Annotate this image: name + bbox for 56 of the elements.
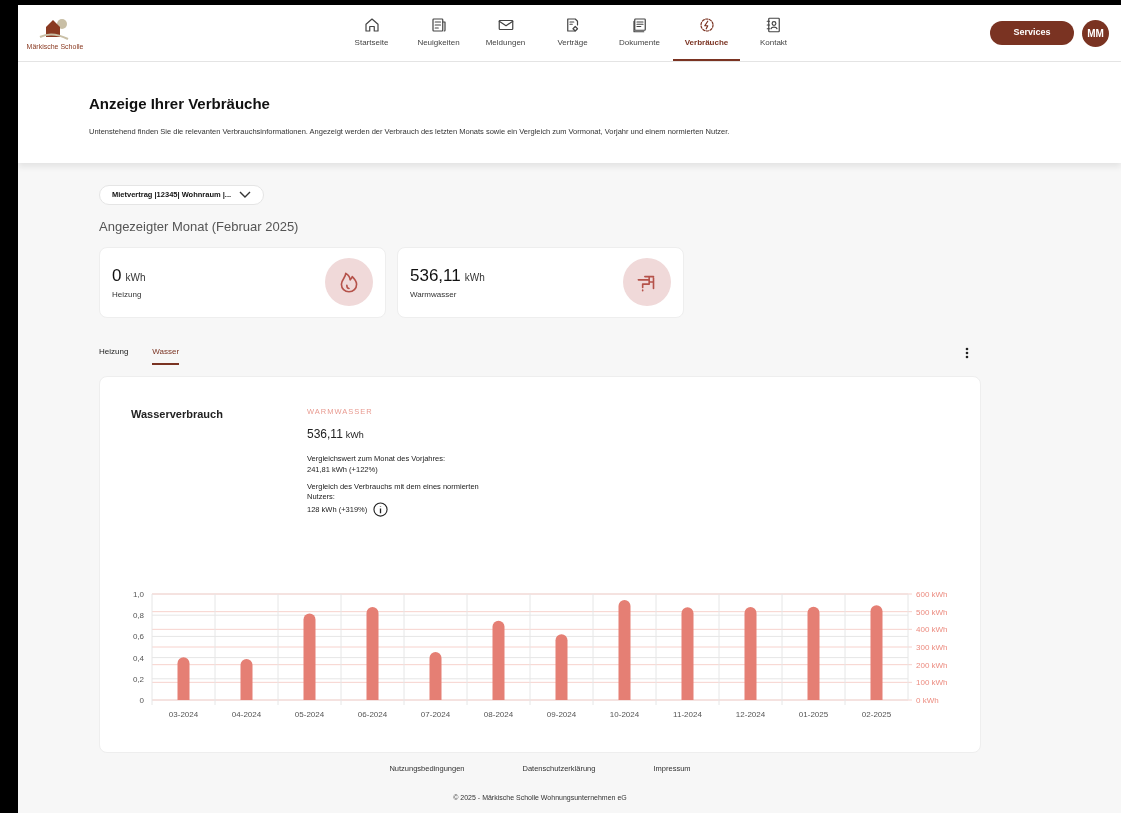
newspaper-icon bbox=[429, 15, 448, 34]
month-heading: Angezeigter Monat (Februar 2025) bbox=[99, 218, 300, 236]
axis-tick-label: 10-2024 bbox=[609, 710, 640, 720]
axis-tick-label: 05-2024 bbox=[294, 710, 325, 720]
address-book-icon bbox=[764, 15, 783, 34]
axis-tick-label: 400 kWh bbox=[916, 625, 948, 635]
summary-label: Heizung bbox=[112, 288, 143, 301]
consumption-value: 536,11 bbox=[307, 425, 343, 443]
axis-tick-label: 500 kWh bbox=[916, 607, 948, 617]
axis-tick-label: 07-2024 bbox=[420, 710, 451, 720]
page-title: Anzeige Ihrer Verbräuche bbox=[89, 94, 271, 114]
summary-value: 0 bbox=[112, 265, 122, 288]
tab[interactable]: Wasser bbox=[152, 345, 180, 365]
summary-label: Warmwasser bbox=[410, 288, 458, 301]
axis-tick-label: 09-2024 bbox=[546, 710, 577, 720]
info-icon[interactable] bbox=[373, 502, 389, 518]
nav-tab[interactable]: Verträge bbox=[539, 5, 606, 61]
axis-tick-label: 0 kWh bbox=[916, 696, 939, 706]
axis-tick-label: 02-2025 bbox=[861, 710, 892, 720]
axis-tick-label: 06-2024 bbox=[357, 710, 388, 720]
axis-tick-label: 08-2024 bbox=[483, 710, 514, 720]
axis-tick-label: 03-2024 bbox=[168, 710, 199, 720]
axis-tick-label: 04-2024 bbox=[231, 710, 262, 720]
axis-tick-label: 100 kWh bbox=[916, 678, 948, 688]
nav-tab[interactable]: Startseite bbox=[338, 5, 405, 61]
user-avatar[interactable]: MM bbox=[1082, 19, 1109, 47]
axis-tick-label: 200 kWh bbox=[916, 660, 948, 670]
axis-tick-label: 0 bbox=[139, 696, 144, 706]
nav-tab[interactable]: Meldungen bbox=[472, 5, 539, 61]
summary-unit: kWh bbox=[464, 271, 485, 286]
nav-tab[interactable]: Neuigkeiten bbox=[405, 5, 472, 61]
axis-tick-label: 300 kWh bbox=[916, 643, 948, 653]
axis-tick-label: 01-2025 bbox=[798, 710, 829, 720]
nav-tab[interactable]: Dokumente bbox=[606, 5, 673, 61]
axis-tick-label: 0,4 bbox=[132, 653, 144, 663]
lightning-icon bbox=[697, 15, 716, 34]
axis-tick-label: 0,6 bbox=[132, 632, 144, 642]
chevron-down-icon bbox=[239, 191, 252, 199]
nav-tab[interactable]: Kontakt bbox=[740, 5, 807, 61]
bar bbox=[555, 634, 568, 701]
axis-tick-label: 1,0 bbox=[132, 590, 144, 600]
document-icon bbox=[630, 15, 649, 34]
summary-unit: kWh bbox=[125, 271, 146, 286]
services-button[interactable]: Services bbox=[990, 21, 1074, 45]
axis-tick-label: 0,2 bbox=[132, 675, 144, 685]
axis-tick-label: 0,8 bbox=[132, 611, 144, 621]
bar bbox=[429, 652, 442, 701]
axis-tick-label: 11-2024 bbox=[673, 710, 702, 720]
panel-title: Wasserverbrauch bbox=[130, 406, 224, 422]
axis-tick-label: 600 kWh bbox=[916, 590, 948, 600]
summary-value: 536,11 bbox=[410, 265, 461, 288]
tab[interactable]: Heizung bbox=[99, 345, 129, 365]
axis-tick-label: 12-2024 bbox=[735, 710, 766, 720]
bar bbox=[240, 659, 253, 701]
bar bbox=[177, 657, 190, 701]
consumption-unit: kWh bbox=[345, 428, 364, 442]
